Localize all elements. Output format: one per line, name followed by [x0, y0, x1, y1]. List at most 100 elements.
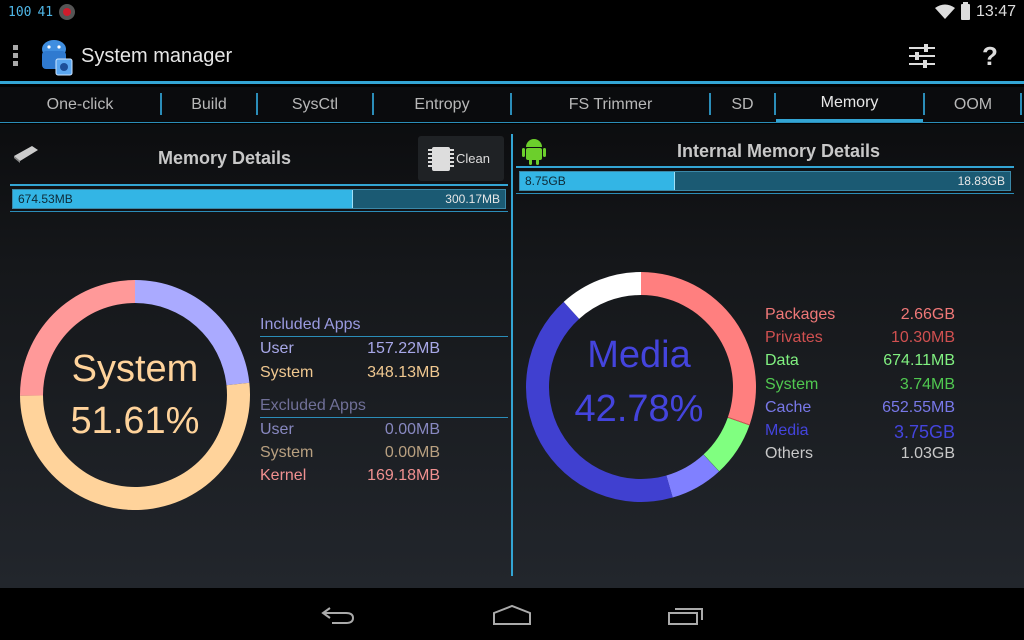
app-title: System manager	[81, 45, 233, 67]
chip-icon	[428, 146, 455, 171]
legend-label: User	[260, 421, 294, 438]
legend-label: System	[260, 364, 314, 381]
legend-label: System	[260, 444, 314, 461]
excluded-rule	[260, 417, 508, 418]
legend-row: User 0.00MB	[260, 421, 440, 439]
legend-value: 1.03GB	[900, 445, 955, 463]
storage-donut-chart: Media 42.78%	[526, 272, 756, 502]
legend-row: System 348.13MB	[260, 364, 440, 382]
bar-rule	[10, 211, 508, 212]
clean-button[interactable]: Clean	[418, 136, 504, 181]
legend-row: Privates 10.30MB	[765, 329, 955, 347]
donut-slice-others	[563, 272, 641, 319]
legend-label: Others	[765, 445, 814, 463]
donut-center-value: 51.61%	[70, 400, 200, 442]
tab-separator	[1020, 93, 1022, 115]
legend-label: User	[260, 340, 294, 357]
legend-row: Packages 2.66GB	[765, 306, 955, 324]
legend-row: Kernel 169.18MB	[260, 467, 440, 485]
donut-center-label: System	[71, 348, 199, 390]
legend-value: 157.22MB	[367, 340, 440, 357]
action-bar: System manager ?	[0, 28, 1024, 84]
legend-row: Cache 652.55MB	[765, 399, 955, 417]
storage-used-label: 8.75GB	[525, 174, 566, 188]
legend-label: Media	[765, 422, 809, 439]
excluded-apps-label: Excluded Apps	[260, 397, 366, 414]
legend-value: 3.74MB	[899, 375, 955, 393]
internal-memory-title: Internal Memory Details	[677, 141, 881, 161]
legend-label: Kernel	[260, 467, 307, 484]
legend-value: 2.66GB	[900, 306, 955, 323]
help-icon: ?	[982, 40, 998, 71]
tab-sysctl[interactable]: SysCtl	[258, 87, 372, 122]
tab-fs-trimmer[interactable]: FS Trimmer	[512, 87, 709, 122]
legend-label: Data	[765, 352, 799, 370]
donut-center-label: Media	[587, 334, 691, 376]
home-button[interactable]	[482, 600, 542, 630]
tab-one-click[interactable]: One-click	[0, 87, 160, 122]
legend-value: 3.75GB	[893, 422, 955, 442]
settings-sliders-icon	[909, 44, 935, 68]
included-rule	[260, 336, 508, 337]
tab-bar: One-click Build SysCtl Entropy FS Trimme…	[0, 87, 1024, 123]
tab-entropy[interactable]: Entropy	[374, 87, 510, 122]
included-apps-header: Included Apps	[260, 316, 361, 334]
header-rule	[10, 184, 508, 186]
tab-build[interactable]: Build	[162, 87, 256, 122]
legend-row: System 3.74MB	[765, 376, 955, 394]
recents-button[interactable]	[656, 600, 716, 630]
tab-sd[interactable]: SD	[711, 87, 774, 122]
legend-value: 674.11MB	[883, 352, 955, 370]
legend-label: System	[765, 375, 819, 393]
notification-indicator: 100	[8, 4, 32, 20]
record-icon	[59, 4, 76, 20]
legend-label: Packages	[765, 306, 836, 323]
bar-rule	[516, 193, 1014, 194]
settings-button[interactable]	[902, 36, 942, 76]
ram-used-label: 674.53MB	[18, 192, 73, 206]
panel-divider	[511, 134, 513, 576]
legend-value: 652.55MB	[882, 398, 955, 416]
excluded-apps-header: Excluded Apps	[260, 397, 366, 415]
recents-icon	[668, 608, 703, 625]
status-bar: 100 41 13:47	[0, 0, 1024, 28]
legend-value: 0.00MB	[384, 421, 440, 438]
android-icon	[522, 139, 546, 165]
legend-row: User 157.22MB	[260, 340, 440, 358]
legend-row: Media 3.75GB	[765, 422, 955, 443]
memory-content: Memory Details Clean 674.53MB 300.17MB S…	[0, 124, 1024, 588]
back-button[interactable]	[308, 600, 368, 630]
legend-label: Cache	[765, 398, 812, 416]
status-indicators: 100 41	[8, 4, 76, 20]
tab-oom[interactable]: OOM	[925, 87, 1021, 122]
system-tray: 13:47	[934, 2, 1016, 21]
ram-usage-bar: 674.53MB 300.17MB	[12, 189, 506, 209]
app-logo-icon	[42, 40, 73, 76]
home-icon	[493, 604, 531, 625]
legend-value: 169.18MB	[367, 467, 440, 484]
battery-icon	[960, 2, 970, 20]
legend-row: Others 1.03GB	[765, 445, 955, 463]
wifi-icon	[934, 4, 955, 19]
navigation-bar	[0, 588, 1024, 640]
tab-memory[interactable]: Memory	[776, 87, 923, 122]
storage-usage-bar: 8.75GB 18.83GB	[519, 171, 1011, 191]
storage-free-label: 18.83GB	[957, 174, 1005, 188]
included-apps-label: Included Apps	[260, 316, 361, 333]
legend-label: Privates	[765, 329, 823, 347]
clean-button-label: Clean	[456, 151, 490, 166]
help-button[interactable]: ?	[970, 36, 1010, 76]
ram-chip-icon	[14, 146, 38, 163]
memory-details-title: Memory Details	[158, 148, 292, 168]
donut-center-value: 42.78%	[574, 388, 704, 430]
legend-value: 10.30MB	[890, 329, 955, 347]
legend-value: 348.13MB	[367, 364, 440, 381]
ram-donut-chart: System 51.61%	[20, 280, 251, 511]
legend-row: System 0.00MB	[260, 444, 440, 462]
drawer-menu-icon[interactable]	[13, 45, 19, 66]
legend-value: 0.00MB	[384, 444, 440, 461]
notification-indicator: 41	[37, 4, 54, 20]
clock: 13:47	[975, 3, 1016, 20]
legend-row: Data 674.11MB	[765, 352, 955, 370]
header-rule	[516, 166, 1014, 168]
